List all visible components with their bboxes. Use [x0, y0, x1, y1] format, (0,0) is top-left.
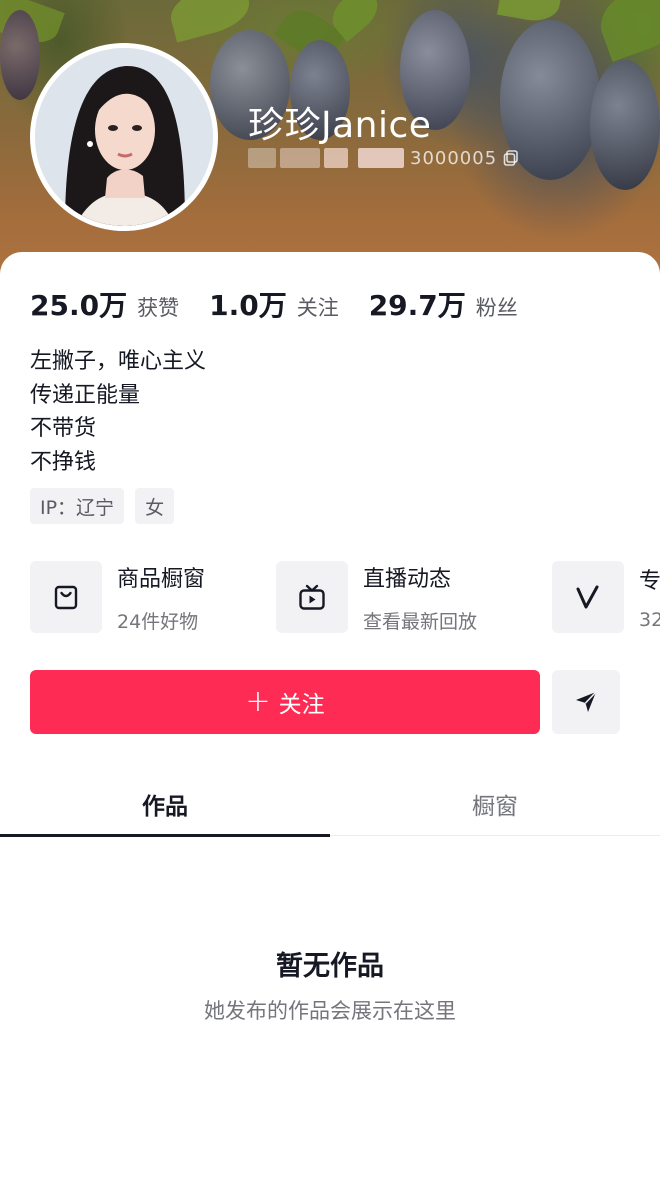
send-icon	[576, 691, 597, 712]
user-id-row: 3000005	[248, 146, 519, 170]
feature-column[interactable]: 专 32	[552, 560, 660, 634]
username: 珍珍Janice	[248, 105, 432, 146]
stat-following[interactable]: 1.0万 关注	[209, 284, 339, 324]
stat-value: 25.0万	[30, 289, 128, 322]
avatar-photo	[35, 48, 213, 226]
stat-followers[interactable]: 29.7万 粉丝	[369, 284, 518, 324]
feature-entries: 商品橱窗 24件好物 直播动态 查看最新回放 专 32	[30, 560, 660, 634]
stat-label: 关注	[296, 296, 339, 320]
feature-subtitle: 32	[639, 609, 660, 631]
stats-row: 25.0万 获赞 1.0万 关注 29.7万 粉丝	[30, 284, 548, 324]
stat-label: 获赞	[137, 296, 180, 320]
copy-icon[interactable]	[503, 150, 519, 166]
plus-icon: +	[245, 684, 271, 719]
bio-line: 传递正能量	[30, 382, 141, 408]
tv-play-icon	[299, 584, 325, 610]
ip-location-tag: IP：辽宁	[30, 488, 125, 524]
tab-shop-window[interactable]: 橱窗	[330, 772, 660, 836]
feature-title: 商品橱窗	[117, 566, 206, 592]
bio-line: 左撇子，唯心主义	[30, 349, 207, 374]
follow-button[interactable]: + 关注	[30, 670, 540, 734]
stat-value: 29.7万	[368, 289, 466, 322]
profile-card: 25.0万 获赞 1.0万 关注 29.7万 粉丝 左撇子，唯心主义 传递正能量…	[0, 252, 660, 1187]
feature-subtitle: 查看最新回放	[363, 610, 478, 633]
bio: 左撇子，唯心主义 传递正能量 不带货 不挣钱	[30, 345, 206, 479]
feature-shop-window[interactable]: 商品橱窗 24件好物	[30, 560, 205, 634]
feature-title: 直播动态	[363, 566, 452, 592]
empty-state-subtitle: 她发布的作品会展示在这里	[204, 999, 456, 1023]
active-tab-indicator	[0, 834, 330, 837]
feature-live-replay[interactable]: 直播动态 查看最新回放	[276, 560, 477, 634]
stat-label: 粉丝	[475, 296, 518, 320]
content-tabs: 作品 橱窗	[0, 772, 660, 837]
profile-cover: 珍珍Janice 3000005	[0, 0, 660, 290]
share-button[interactable]	[552, 670, 620, 734]
feature-subtitle: 24件好物	[117, 610, 199, 633]
profile-tags: IP：辽宁 女	[30, 488, 185, 524]
gender-tag: 女	[135, 488, 175, 524]
user-id: 3000005	[410, 147, 498, 169]
feature-title: 专	[639, 569, 660, 594]
bio-line: 不带货	[30, 416, 97, 441]
redacted-id-blur	[248, 148, 276, 168]
follow-label: 关注	[278, 692, 325, 718]
stat-value: 1.0万	[209, 289, 287, 322]
tab-works[interactable]: 作品	[0, 772, 330, 836]
bio-line: 不挣钱	[30, 449, 97, 475]
avatar[interactable]	[30, 43, 218, 231]
empty-state-title: 暂无作品	[276, 951, 384, 982]
stat-likes[interactable]: 25.0万 获赞	[30, 284, 179, 324]
v-logo-icon	[576, 585, 599, 609]
shopping-bag-icon	[54, 585, 78, 610]
